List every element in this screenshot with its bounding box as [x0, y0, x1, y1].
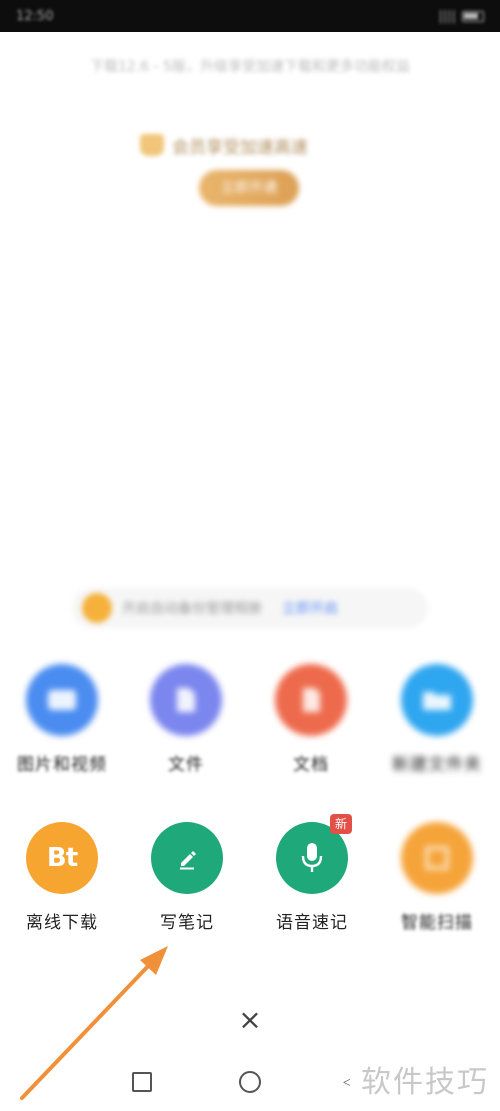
document-icon: [275, 664, 347, 736]
action-smart-scan[interactable]: 智能扫描: [382, 822, 492, 933]
new-badge: 新: [330, 814, 352, 834]
action-file[interactable]: 文件: [131, 664, 241, 775]
recent-apps-button[interactable]: [132, 1072, 152, 1092]
action-write-note[interactable]: 写笔记: [132, 822, 242, 933]
action-document[interactable]: 文档: [256, 664, 366, 775]
tip-banner[interactable]: 开启自动备份管理相册 立即开启: [72, 588, 428, 628]
action-offline-download[interactable]: Bt 离线下载: [7, 822, 117, 933]
folder-icon: [401, 664, 473, 736]
action-label: 语音速记: [276, 913, 348, 933]
action-label: 文件: [168, 755, 204, 775]
tip-icon: [82, 593, 112, 623]
file-icon: [150, 664, 222, 736]
status-time: 12:50: [16, 8, 54, 24]
action-label: 智能扫描: [401, 913, 473, 933]
pencil-icon: [151, 822, 223, 894]
crown-icon: [140, 134, 164, 156]
image-icon: [26, 664, 98, 736]
signal-icon: ||||: [438, 8, 456, 24]
promo-title: 会员享受加速高速: [140, 132, 370, 158]
action-label: 文档: [293, 755, 329, 775]
status-icons: ||||: [438, 9, 484, 24]
action-images-videos[interactable]: 图片和视频: [7, 664, 117, 775]
notice-text: 下载12.6 - 5版，升级享受加速下载和更多功能权益: [89, 59, 411, 75]
promo-button[interactable]: 立即开通: [199, 170, 299, 206]
action-voice-memo[interactable]: 新 语音速记: [257, 814, 367, 933]
action-new-folder[interactable]: 新建文件夹: [382, 664, 492, 775]
tip-text: 开启自动备份管理相册: [122, 601, 262, 617]
battery-icon: [462, 10, 484, 22]
action-label: 写笔记: [160, 913, 214, 933]
action-label: 图片和视频: [17, 755, 107, 775]
promo-title-text: 会员享受加速高速: [172, 137, 308, 158]
microphone-icon: 新: [276, 814, 352, 894]
home-button[interactable]: [239, 1071, 261, 1093]
watermark: 软件技巧: [350, 1046, 500, 1111]
close-button[interactable]: ×: [235, 1005, 265, 1035]
bt-icon: Bt: [26, 822, 98, 894]
tip-link[interactable]: 立即开启: [282, 598, 338, 618]
status-bar: 12:50 ||||: [0, 0, 500, 32]
bt-icon-text: Bt: [46, 843, 78, 873]
scan-icon: [401, 822, 473, 894]
action-label: 离线下载: [26, 913, 98, 933]
action-label: 新建文件夹: [392, 755, 482, 775]
